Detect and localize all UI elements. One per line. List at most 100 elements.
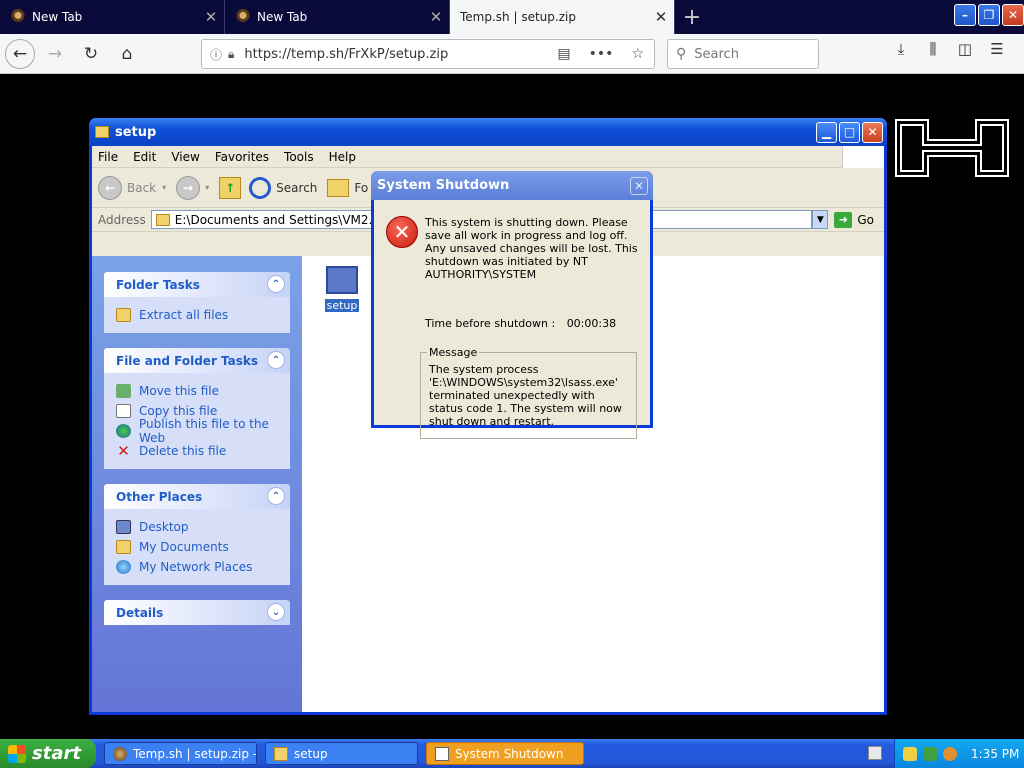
menu-help[interactable]: Help bbox=[329, 150, 356, 164]
address-dropdown-icon[interactable]: ▼ bbox=[812, 210, 829, 229]
dialog-title-bar[interactable]: System Shutdown ✕ bbox=[371, 171, 653, 200]
menu-tools[interactable]: Tools bbox=[284, 150, 314, 164]
publish-file-link[interactable]: Publish this file to the Web bbox=[116, 417, 278, 445]
library-icon[interactable]: ⫼ bbox=[922, 40, 944, 58]
taskbar-item-firefox[interactable]: Temp.sh | setup.zip -... bbox=[104, 742, 257, 765]
expand-icon[interactable]: ⌄ bbox=[267, 603, 285, 621]
browser-tab-2[interactable]: New Tab ✕ bbox=[225, 0, 450, 34]
chevron-down-icon[interactable]: ▾ bbox=[205, 183, 209, 192]
tab-close-icon[interactable]: ✕ bbox=[198, 8, 224, 26]
download-icon[interactable]: ⤓ bbox=[890, 40, 912, 58]
minimize-button[interactable]: ▁ bbox=[816, 121, 837, 143]
panel-header[interactable]: Folder Tasks ⌃ bbox=[104, 272, 290, 297]
restore-button[interactable]: ❐ bbox=[978, 4, 1000, 26]
explorer-title-bar[interactable]: setup ▁ □ ✕ bbox=[89, 118, 887, 146]
sidebar-icon[interactable]: ◫ bbox=[954, 40, 976, 58]
task-pane: Folder Tasks ⌃ Extract all files File an… bbox=[92, 256, 302, 712]
folders-label: Fo bbox=[354, 180, 369, 195]
url-text[interactable]: https://temp.sh/FrXkP/setup.zip bbox=[244, 47, 557, 62]
keyboard-layout-icon[interactable] bbox=[868, 746, 882, 760]
desktop-icon bbox=[116, 520, 131, 534]
network-tray-icon[interactable] bbox=[923, 746, 937, 761]
info-icon[interactable]: ⓘ bbox=[210, 46, 222, 63]
file-setup[interactable]: setup bbox=[324, 266, 360, 312]
my-documents-link[interactable]: My Documents bbox=[116, 537, 278, 557]
folder-icon bbox=[95, 126, 109, 138]
browser-tab-1[interactable]: New Tab ✕ bbox=[0, 0, 225, 34]
browser-window-controls: – ❐ ✕ bbox=[954, 4, 1024, 26]
maximize-button[interactable]: □ bbox=[839, 121, 860, 143]
task-label: setup bbox=[294, 746, 328, 761]
menu-bar: File Edit View Favorites Tools Help bbox=[92, 146, 884, 168]
dialog-close-button[interactable]: ✕ bbox=[630, 176, 648, 195]
new-tab-button[interactable]: + bbox=[675, 0, 709, 34]
minimize-button[interactable]: – bbox=[954, 4, 976, 26]
menu-icon[interactable]: ☰ bbox=[986, 40, 1008, 58]
tab-close-icon[interactable]: ✕ bbox=[423, 8, 449, 26]
task-label: System Shutdown bbox=[455, 746, 564, 761]
reader-view-icon[interactable]: ▤ bbox=[557, 46, 570, 62]
search-icon bbox=[249, 176, 272, 199]
panel-header[interactable]: File and Folder Tasks ⌃ bbox=[104, 348, 290, 373]
tab-favicon-icon bbox=[235, 9, 251, 25]
time-value: 00:00:38 bbox=[566, 317, 617, 330]
message-group-label: Message bbox=[427, 346, 480, 359]
collapse-icon[interactable]: ⌃ bbox=[267, 275, 285, 293]
forward-button[interactable]: → bbox=[39, 38, 71, 70]
dialog-body: ✕ This system is shutting down. Please s… bbox=[374, 200, 650, 439]
security-shield-icon[interactable] bbox=[903, 746, 917, 761]
start-button[interactable]: start bbox=[0, 739, 96, 768]
close-button[interactable]: ✕ bbox=[862, 121, 883, 143]
file-name: setup bbox=[324, 299, 360, 312]
collapse-icon[interactable]: ⌃ bbox=[267, 351, 285, 369]
search-tray-icon[interactable] bbox=[943, 746, 957, 761]
search-input[interactable]: ⚲ Search bbox=[667, 39, 819, 69]
panel-title: Other Places bbox=[116, 489, 203, 504]
desktop-link[interactable]: Desktop bbox=[116, 517, 278, 537]
chevron-down-icon[interactable]: ▾ bbox=[162, 183, 166, 192]
details-panel: Details ⌄ bbox=[104, 600, 290, 625]
browser-tab-3[interactable]: Temp.sh | setup.zip ✕ bbox=[450, 0, 675, 34]
folders-button[interactable]: Fo bbox=[327, 178, 369, 197]
other-places-panel: Other Places ⌃ Desktop My Documents My N… bbox=[104, 484, 290, 585]
folder-icon bbox=[155, 213, 170, 226]
url-bar[interactable]: ⓘ 🔒︎ https://temp.sh/FrXkP/setup.zip ▤ •… bbox=[201, 39, 655, 69]
file-and-folder-tasks-panel: File and Folder Tasks ⌃ Move this file C… bbox=[104, 348, 290, 469]
bookmark-star-icon[interactable]: ☆ bbox=[631, 46, 644, 62]
address-label: Address bbox=[98, 212, 146, 227]
collapse-icon[interactable]: ⌃ bbox=[267, 487, 285, 505]
back-button[interactable]: ← bbox=[5, 38, 35, 69]
taskbar-item-setup[interactable]: setup bbox=[265, 742, 418, 765]
menu-file[interactable]: File bbox=[98, 150, 118, 164]
menu-view[interactable]: View bbox=[171, 150, 199, 164]
copy-icon bbox=[116, 404, 131, 418]
tab-close-icon[interactable]: ✕ bbox=[648, 8, 674, 26]
clock: 1:35 PM bbox=[971, 746, 1020, 761]
browser-nav-bar: ← → ↻ ⌂ ⓘ 🔒︎ https://temp.sh/FrXkP/setup… bbox=[0, 34, 1024, 74]
system-shutdown-dialog: System Shutdown ✕ ✕ This system is shutt… bbox=[371, 171, 653, 439]
back-button[interactable]: ← Back ▾ bbox=[98, 175, 166, 200]
menu-favorites[interactable]: Favorites bbox=[215, 150, 269, 164]
shutdown-timer: Time before shutdown : 00:00:38 bbox=[425, 317, 616, 330]
forward-button[interactable]: → ▾ bbox=[176, 175, 209, 200]
zip-icon bbox=[116, 308, 131, 322]
go-arrow-icon: ➜ bbox=[834, 211, 853, 228]
taskbar-item-system-shutdown[interactable]: System Shutdown bbox=[426, 742, 584, 765]
move-file-link[interactable]: Move this file bbox=[116, 381, 278, 401]
panel-header[interactable]: Details ⌄ bbox=[104, 600, 290, 625]
go-button[interactable]: ➜ Go bbox=[834, 211, 874, 228]
my-network-places-link[interactable]: My Network Places bbox=[116, 557, 278, 577]
link-label: Copy this file bbox=[139, 404, 218, 418]
browser-tab-strip: New Tab ✕ New Tab ✕ Temp.sh | setup.zip … bbox=[0, 0, 1024, 34]
reload-button[interactable]: ↻ bbox=[75, 38, 107, 70]
home-button[interactable]: ⌂ bbox=[111, 38, 143, 70]
task-label: Temp.sh | setup.zip -... bbox=[133, 746, 257, 761]
search-button[interactable]: Search bbox=[249, 176, 317, 199]
up-folder-icon[interactable]: ↑ bbox=[219, 176, 242, 199]
page-actions-icon[interactable]: ••• bbox=[589, 46, 614, 62]
panel-header[interactable]: Other Places ⌃ bbox=[104, 484, 290, 509]
menu-edit[interactable]: Edit bbox=[133, 150, 156, 164]
close-button[interactable]: ✕ bbox=[1002, 4, 1024, 26]
back-arrow-icon: ← bbox=[98, 175, 122, 200]
extract-all-files-link[interactable]: Extract all files bbox=[116, 305, 278, 325]
